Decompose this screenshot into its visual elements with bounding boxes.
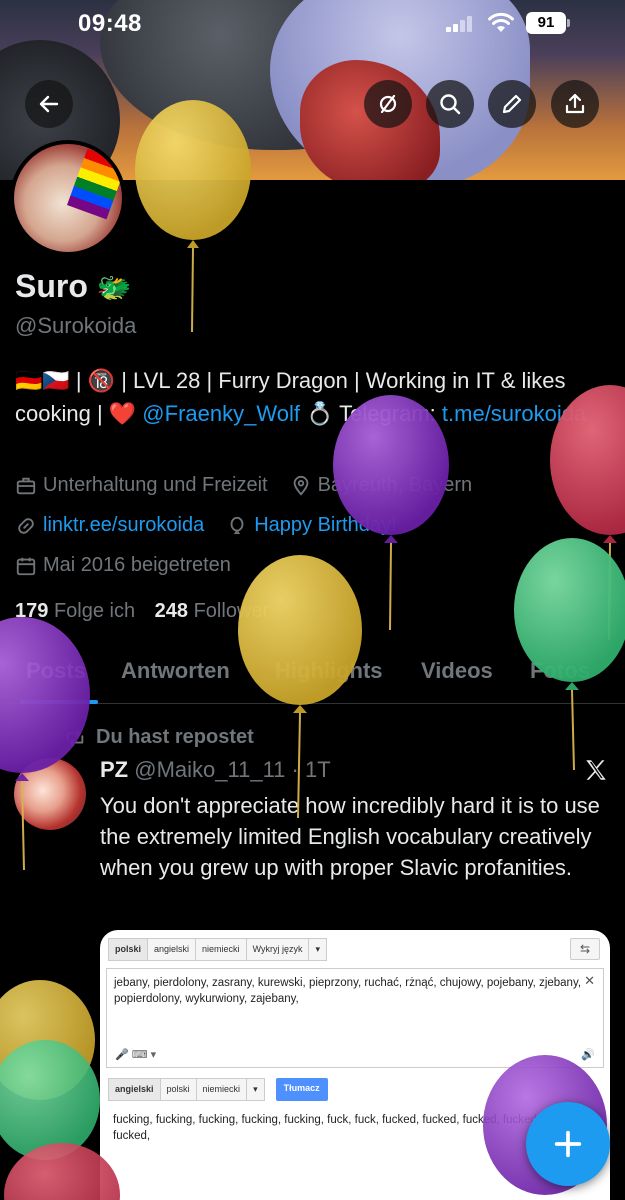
back-button[interactable] bbox=[25, 80, 73, 128]
followers-link[interactable]: 248 Follower bbox=[155, 600, 270, 622]
battery-indicator: 91 bbox=[526, 12, 570, 34]
search-button[interactable] bbox=[426, 80, 474, 128]
cellular-signal-icon bbox=[446, 16, 474, 32]
search-icon bbox=[440, 94, 461, 115]
profile-bio: 🇩🇪🇨🇿 | 🔞 | LVL 28 | Furry Dragon | Worki… bbox=[15, 368, 587, 426]
profile-meta-row-1: Unterhaltung und Freizeit Bayreuth, Baye… bbox=[15, 474, 494, 497]
tab-replies[interactable]: Antworten bbox=[121, 658, 230, 684]
location-pin-icon bbox=[293, 475, 308, 496]
profile-category: Unterhaltung und Freizeit bbox=[15, 474, 268, 497]
edit-profile-button[interactable] bbox=[488, 80, 536, 128]
compose-button[interactable] bbox=[526, 1102, 610, 1186]
active-tab-indicator bbox=[20, 700, 98, 704]
clear-icon: ✕ bbox=[584, 973, 595, 988]
target-language-tabs: angielski polski niemiecki ▾ Tłumacz bbox=[108, 1078, 328, 1101]
follow-counts: 179 Folge ich 248 Follower bbox=[15, 600, 269, 623]
status-time: 09:48 bbox=[78, 10, 142, 37]
bio-mention-link[interactable]: @Fraenky_Wolf bbox=[142, 401, 300, 426]
profile-website[interactable]: linktr.ee/surokoida bbox=[15, 514, 204, 537]
following-link[interactable]: 179 Folge ich bbox=[15, 600, 135, 622]
mute-button[interactable] bbox=[364, 80, 412, 128]
profile-location: Bayreuth, Bayern bbox=[290, 474, 472, 497]
share-button[interactable] bbox=[551, 80, 599, 128]
balloon-green-2 bbox=[0, 1040, 100, 1160]
microphone-icon: 🎤 ⌨ ▾ bbox=[115, 1049, 157, 1061]
tweet-author-handle[interactable]: @Maiko_11_11 bbox=[134, 757, 285, 782]
balloon-yellow-3 bbox=[0, 980, 95, 1100]
profile-name: Suro 🐲 bbox=[15, 268, 132, 304]
profile-birthday[interactable]: Happy Birthday! bbox=[226, 514, 397, 537]
dragon-emoji: 🐲 bbox=[96, 272, 132, 303]
wifi-icon bbox=[488, 12, 514, 32]
source-language-tabs: polski angielski niemiecki Wykryj język … bbox=[108, 938, 328, 961]
swap-languages-icon: ⇆ bbox=[570, 938, 600, 960]
tab-videos[interactable]: Videos bbox=[421, 658, 493, 684]
profile-tabs: Posts Antworten Highlights Videos Fotos bbox=[0, 648, 625, 704]
profile-meta-row-3: Mai 2016 beigetreten bbox=[15, 554, 253, 577]
balloon-icon bbox=[230, 516, 244, 534]
compose-plus-icon bbox=[554, 1130, 582, 1158]
tab-photos[interactable]: Fotos bbox=[530, 658, 590, 684]
status-bar: 09:48 91 bbox=[0, 8, 625, 38]
translate-button: Tłumacz bbox=[275, 1078, 328, 1101]
bio-telegram-link[interactable]: t.me/surokoida bbox=[442, 401, 586, 426]
balloon-purple-1 bbox=[333, 395, 449, 631]
tweet-author-name[interactable]: PZ bbox=[100, 757, 128, 782]
share-icon bbox=[565, 93, 585, 114]
tab-posts[interactable]: Posts bbox=[26, 658, 86, 684]
source-text-box: jebany, pierdolony, zasrany, kurewski, p… bbox=[106, 968, 604, 1068]
tab-highlights[interactable]: Highlights bbox=[275, 658, 383, 684]
profile-handle: @Surokoida bbox=[15, 313, 137, 338]
link-icon bbox=[18, 517, 34, 534]
briefcase-icon bbox=[16, 477, 36, 494]
tweet-author-avatar[interactable] bbox=[14, 758, 86, 830]
x-logo-icon[interactable] bbox=[583, 757, 609, 783]
calendar-icon bbox=[16, 557, 36, 575]
avatar-image bbox=[14, 144, 122, 252]
back-arrow-icon bbox=[39, 95, 59, 113]
mute-icon bbox=[379, 94, 397, 114]
repost-icon bbox=[66, 729, 84, 746]
profile-joined: Mai 2016 beigetreten bbox=[15, 554, 231, 577]
pride-flag bbox=[67, 148, 122, 220]
edit-icon bbox=[502, 94, 522, 114]
repost-indicator: Du hast repostet bbox=[64, 726, 254, 749]
profile-avatar[interactable] bbox=[10, 140, 126, 256]
tweet-time: 1T bbox=[304, 757, 331, 782]
tweet-header: PZ @Maiko_11_11 · 1T bbox=[100, 757, 331, 782]
speaker-icon: 🔊 bbox=[581, 1049, 595, 1061]
profile-meta-row-2: linktr.ee/surokoida Happy Birthday! bbox=[15, 514, 419, 537]
tweet-text: You don't appreciate how incredibly hard… bbox=[100, 793, 600, 880]
